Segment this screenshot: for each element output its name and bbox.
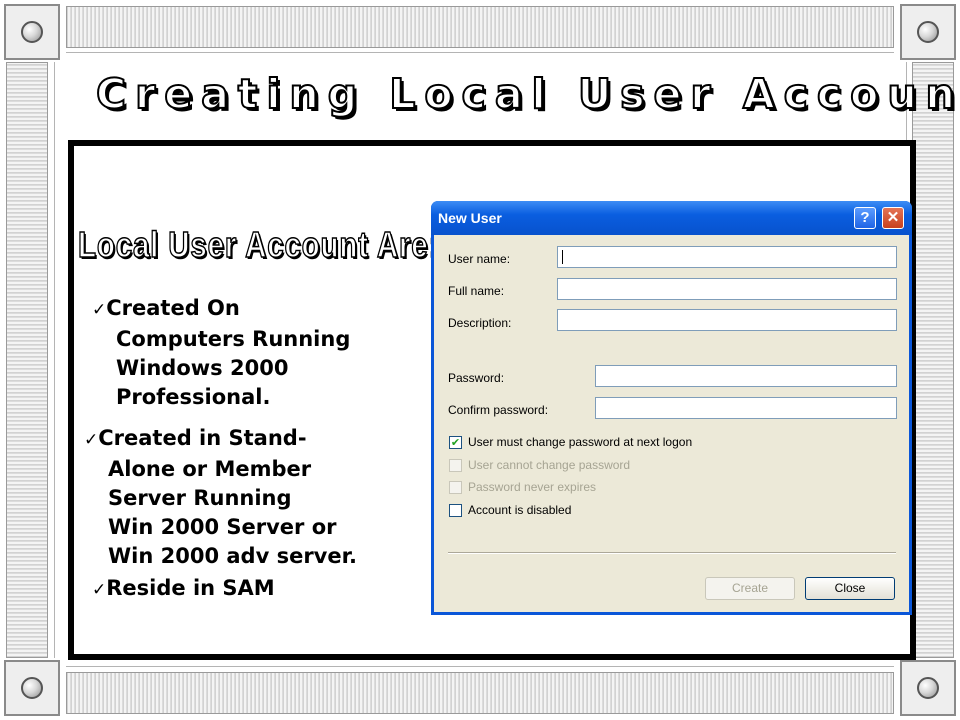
- bullet-text: Created On: [106, 296, 240, 320]
- frame-top-rail: [66, 6, 894, 48]
- help-button[interactable]: ?: [854, 207, 876, 229]
- description-label: Description:: [448, 316, 512, 330]
- knob-icon: [917, 21, 939, 43]
- checkmark-icon: ✓: [92, 580, 107, 600]
- fullname-label: Full name:: [448, 284, 505, 298]
- bullet-text: Alone or Member: [108, 457, 312, 481]
- password-never-expires-label: Password never expires: [468, 480, 597, 494]
- knob-icon: [21, 21, 43, 43]
- close-button[interactable]: Close: [805, 577, 895, 600]
- password-never-expires-checkbox[interactable]: [449, 481, 462, 494]
- bullet-text: Created in Stand-: [98, 426, 307, 450]
- account-disabled-label: Account is disabled: [468, 503, 572, 517]
- cannot-change-password-checkbox[interactable]: [449, 459, 462, 472]
- password-label: Password:: [448, 371, 505, 385]
- bullet-text: Win 2000 adv server.: [108, 544, 357, 568]
- corner-knob-top-right: [900, 4, 956, 60]
- bullet-text: Windows 2000: [116, 356, 289, 380]
- description-input[interactable]: [557, 309, 897, 331]
- bullet-text: Win 2000 Server or: [108, 515, 337, 539]
- password-input[interactable]: [595, 365, 897, 387]
- username-input[interactable]: [557, 246, 897, 268]
- bullet-text: Reside in SAM: [106, 576, 275, 600]
- bullet-created-in-stand-alone: ✓Created in Stand- Alone or Member Serve…: [84, 424, 357, 571]
- checkmark-icon: ✓: [92, 300, 107, 320]
- checkmark-icon: ✔: [450, 436, 461, 449]
- bullet-text: Professional.: [116, 385, 271, 409]
- frame-right-rail: [912, 62, 954, 658]
- slide-title: Creating Local User Account: [95, 69, 960, 119]
- dialog-body: User name: Full name: Description: Passw…: [434, 235, 909, 612]
- frame-inner-line-left: [54, 62, 55, 658]
- frame-inner-line-bottom: [66, 666, 894, 667]
- frame-bottom-rail: [66, 672, 894, 714]
- knob-icon: [21, 677, 43, 699]
- close-window-button[interactable]: ✕: [882, 207, 904, 229]
- checkmark-icon: ✓: [84, 430, 99, 450]
- text-cursor: [562, 250, 563, 264]
- must-change-password-checkbox[interactable]: ✔: [449, 436, 462, 449]
- new-user-dialog: New User ? ✕ User name: Full name: Descr…: [431, 201, 912, 615]
- slide-subtitle: Local User Account Are:: [77, 223, 440, 266]
- bullet-text: Computers Running: [116, 327, 351, 351]
- bullet-text: Server Running: [108, 486, 292, 510]
- username-label: User name:: [448, 252, 511, 266]
- dialog-title: New User: [438, 210, 502, 226]
- create-button[interactable]: Create: [705, 577, 795, 600]
- corner-knob-top-left: [4, 4, 60, 60]
- frame-left-rail: [6, 62, 48, 658]
- fullname-input[interactable]: [557, 278, 897, 300]
- must-change-password-label: User must change password at next logon: [468, 435, 693, 449]
- close-icon: ✕: [886, 209, 900, 226]
- cannot-change-password-label: User cannot change password: [468, 458, 631, 472]
- bullet-reside-in-sam: ✓Reside in SAM: [92, 574, 275, 605]
- corner-knob-bottom-right: [900, 660, 956, 716]
- confirm-password-input[interactable]: [595, 397, 897, 419]
- knob-icon: [917, 677, 939, 699]
- frame-inner-line-top: [66, 52, 894, 53]
- dialog-separator: [448, 552, 896, 554]
- dialog-titlebar[interactable]: New User ? ✕: [431, 201, 912, 235]
- corner-knob-bottom-left: [4, 660, 60, 716]
- account-disabled-checkbox[interactable]: [449, 504, 462, 517]
- confirm-password-label: Confirm password:: [448, 403, 549, 417]
- help-icon: ?: [860, 209, 870, 226]
- bullet-created-on: ✓Created On Computers Running Windows 20…: [92, 294, 350, 412]
